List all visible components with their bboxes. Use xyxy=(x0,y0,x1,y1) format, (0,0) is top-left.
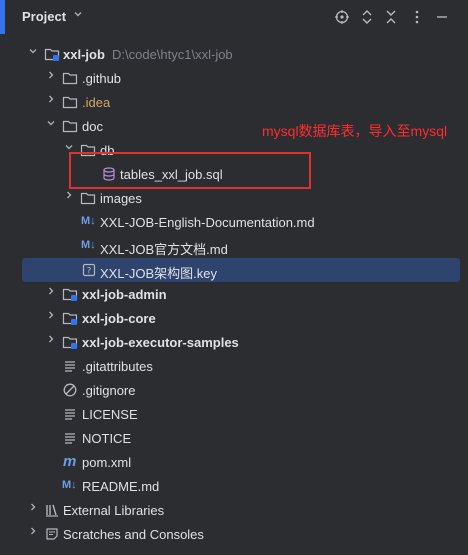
root-path: D:\code\htyc1\xxl-job xyxy=(112,47,233,62)
project-title[interactable]: Project xyxy=(22,9,66,24)
tree-item-scratches[interactable]: Scratches and Consoles xyxy=(0,522,468,546)
tree-item-core[interactable]: xxl-job-core xyxy=(0,306,468,330)
file-label: NOTICE xyxy=(82,431,132,446)
file-label: LICENSE xyxy=(82,407,138,422)
tree-item-root[interactable]: xxl-job D:\code\htyc1\xxl-job xyxy=(0,42,468,66)
tree-item-key-file[interactable]: ? XXL-JOB架构图.key xyxy=(22,258,460,282)
chevron-right-icon[interactable] xyxy=(26,526,40,542)
file-label: README.md xyxy=(82,479,160,494)
folder-icon xyxy=(62,94,78,110)
file-label: XXL-JOB-English-Documentation.md xyxy=(100,215,315,230)
file-label: XXL-JOB官方文档.md xyxy=(100,242,228,257)
more-icon[interactable] xyxy=(408,8,426,26)
tree-label: Scratches and Consoles xyxy=(63,527,204,542)
svg-text:?: ? xyxy=(87,267,92,277)
module-label: xxl-job-executor-samples xyxy=(82,335,239,350)
chevron-right-icon[interactable] xyxy=(44,94,58,110)
tree-item-github[interactable]: .github xyxy=(0,66,468,90)
library-icon xyxy=(44,502,60,518)
chevron-right-icon[interactable] xyxy=(44,70,58,86)
tree-item-images[interactable]: images xyxy=(0,186,468,210)
module-label: xxl-job-core xyxy=(82,311,156,326)
module-folder-icon xyxy=(44,46,60,62)
chevron-down-icon[interactable] xyxy=(73,9,83,22)
markdown-icon: M↓ xyxy=(81,215,96,227)
file-label: .gitattributes xyxy=(82,359,153,374)
module-folder-icon xyxy=(62,286,78,302)
folder-icon xyxy=(62,70,78,86)
crosshair-icon[interactable] xyxy=(333,8,351,26)
chevron-down-icon[interactable] xyxy=(26,46,40,62)
tree-item-admin[interactable]: xxl-job-admin xyxy=(0,282,468,306)
expand-collapse-icon[interactable] xyxy=(358,8,376,26)
file-label: XXL-JOB架构图.key xyxy=(100,266,218,281)
module-folder-icon xyxy=(62,334,78,350)
tree-item-license[interactable]: LICENSE xyxy=(0,402,468,426)
folder-label: doc xyxy=(82,119,103,134)
folder-label: .idea xyxy=(82,95,111,110)
module-folder-icon xyxy=(62,310,78,326)
folder-label: images xyxy=(100,191,142,206)
tree-item-gitattributes[interactable]: .gitattributes xyxy=(0,354,468,378)
chevron-down-icon[interactable] xyxy=(44,118,58,134)
tree-item-notice[interactable]: NOTICE xyxy=(0,426,468,450)
tree-item-english-doc[interactable]: M↓ XXL-JOB-English-Documentation.md xyxy=(0,210,468,234)
tree-item-readme[interactable]: M↓ README.md xyxy=(0,474,468,498)
chevron-right-icon[interactable] xyxy=(62,190,76,206)
ignore-icon xyxy=(62,382,78,398)
tree-item-official-doc[interactable]: M↓ XXL-JOB官方文档.md xyxy=(0,234,468,258)
text-file-icon xyxy=(62,358,78,374)
collapse-all-icon[interactable] xyxy=(382,8,400,26)
markdown-icon: M↓ xyxy=(62,479,77,491)
maven-icon: m xyxy=(63,453,77,470)
chevron-right-icon[interactable] xyxy=(44,286,58,302)
file-label: .gitignore xyxy=(82,383,136,398)
folder-icon xyxy=(62,118,78,134)
chevron-right-icon[interactable] xyxy=(44,310,58,326)
tree-label: External Libraries xyxy=(63,503,165,518)
annotation-text: mysql数据库表，导入至mysql xyxy=(262,123,448,139)
scratches-icon xyxy=(44,526,60,542)
tree-item-gitignore[interactable]: .gitignore xyxy=(0,378,468,402)
folder-icon xyxy=(80,190,96,206)
unknown-file-icon: ? xyxy=(81,262,97,278)
tree-item-pom[interactable]: m pom.xml xyxy=(0,450,468,474)
annotation-highlight-box xyxy=(69,152,311,189)
text-file-icon xyxy=(62,406,78,422)
tree-item-idea[interactable]: .idea xyxy=(0,90,468,114)
markdown-icon: M↓ xyxy=(81,239,96,251)
module-label: xxl-job-admin xyxy=(82,287,167,302)
file-label: pom.xml xyxy=(82,455,132,470)
chevron-right-icon[interactable] xyxy=(44,334,58,350)
text-file-icon xyxy=(62,430,78,446)
chevron-right-icon[interactable] xyxy=(26,502,40,518)
folder-label: .github xyxy=(82,71,122,86)
tree-item-samples[interactable]: xxl-job-executor-samples xyxy=(0,330,468,354)
project-header: Project xyxy=(0,0,468,34)
root-name: xxl-job xyxy=(63,47,105,62)
minimize-icon[interactable] xyxy=(433,8,451,26)
tree-item-external-libraries[interactable]: External Libraries xyxy=(0,498,468,522)
